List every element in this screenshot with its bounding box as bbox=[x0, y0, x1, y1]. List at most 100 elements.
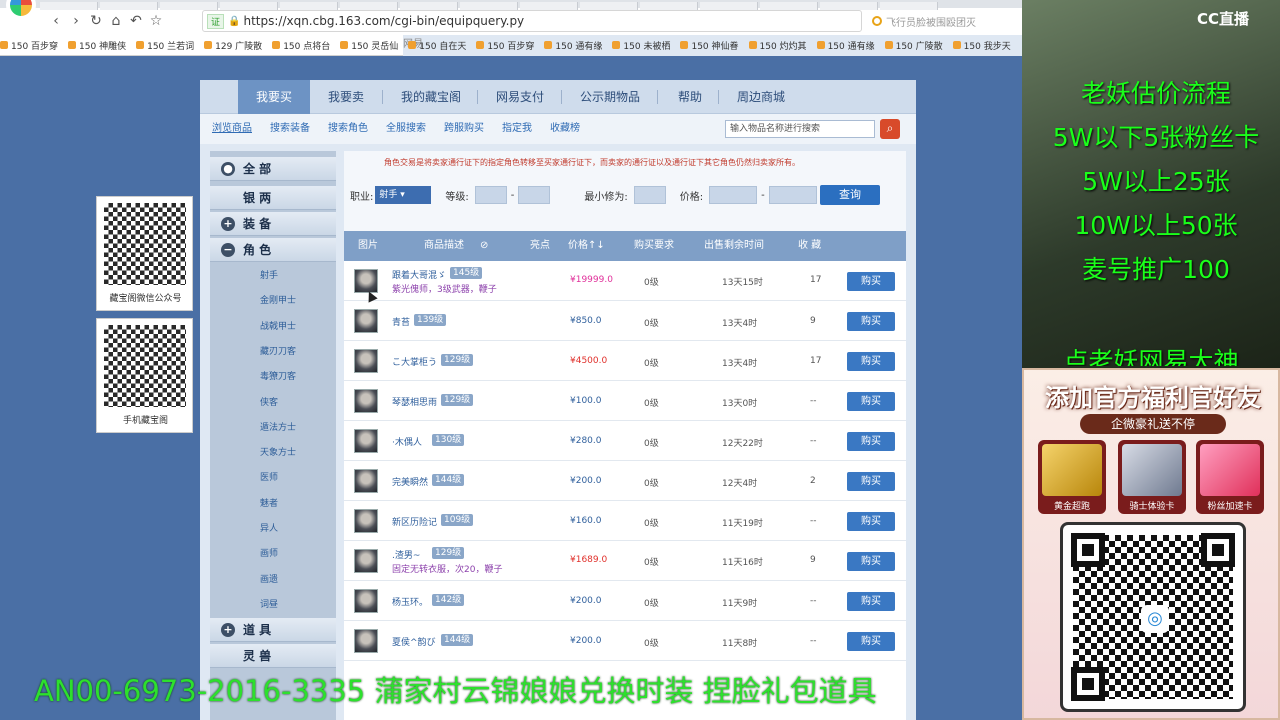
sidebar-role[interactable]: − 角 色 bbox=[210, 238, 336, 262]
avatar[interactable] bbox=[354, 429, 378, 453]
role-name[interactable]: 跟着大哥混ゞ bbox=[392, 268, 446, 281]
avatar[interactable] bbox=[354, 349, 378, 373]
subnav-server-search[interactable]: 全服搜索 bbox=[386, 114, 426, 144]
buy-button[interactable]: 购买 bbox=[847, 552, 895, 571]
bookmark-item[interactable]: 150 通有缘 bbox=[816, 39, 875, 52]
bookmark-item[interactable]: 150 我步天 bbox=[952, 39, 1011, 52]
sidebar-subitem[interactable]: 金刚甲士 bbox=[210, 289, 336, 313]
sidebar-subitem[interactable]: 魅者 bbox=[210, 492, 336, 516]
buy-requirement: 0级 bbox=[644, 439, 659, 449]
forward-icon[interactable]: › bbox=[66, 13, 86, 29]
buy-button[interactable]: 购买 bbox=[847, 632, 895, 651]
avatar[interactable] bbox=[354, 589, 378, 613]
sidebar-subitem[interactable]: 画遗 bbox=[210, 568, 336, 592]
sidebar-subitem[interactable]: 射手 bbox=[210, 264, 336, 288]
avatar[interactable] bbox=[354, 389, 378, 413]
avatar[interactable] bbox=[354, 469, 378, 493]
role-name[interactable]: 琴瑟相思雨 bbox=[392, 395, 437, 408]
role-name[interactable]: 完美瞬然 bbox=[392, 475, 428, 488]
sidebar-equip[interactable]: + 装 备 bbox=[210, 212, 336, 236]
subnav-cross-server[interactable]: 跨服购买 bbox=[444, 114, 484, 144]
bookmark-item[interactable]: 150 未被栖 bbox=[612, 39, 670, 52]
subnav-search-role[interactable]: 搜索角色 bbox=[328, 114, 368, 144]
price-max-input[interactable] bbox=[768, 186, 817, 204]
search-button-icon[interactable]: ⌕ bbox=[880, 119, 900, 139]
sidebar-subitem[interactable]: 侠客 bbox=[210, 391, 336, 415]
buy-button[interactable]: 购买 bbox=[847, 432, 895, 451]
avatar[interactable] bbox=[354, 309, 378, 333]
tab-sell[interactable]: 我要卖 bbox=[314, 80, 378, 114]
sidebar-subitem[interactable]: 毒獠刀客 bbox=[210, 365, 336, 389]
min-cultivation-input[interactable] bbox=[633, 186, 666, 204]
subnav-favorites[interactable]: 收藏榜 bbox=[550, 114, 580, 144]
tab-help[interactable]: 帮助 bbox=[666, 80, 714, 114]
buy-button[interactable]: 购买 bbox=[847, 312, 895, 331]
role-name[interactable]: こ大掌柜う bbox=[392, 355, 437, 368]
role-name[interactable]: ·木偶人 bbox=[392, 435, 422, 448]
bookmark-item[interactable]: 150 点将台 bbox=[272, 39, 330, 52]
sidebar-subitem[interactable]: 战戟甲士 bbox=[210, 315, 336, 339]
sidebar-subitem[interactable]: 词昼 bbox=[210, 593, 336, 617]
buy-button[interactable]: 购买 bbox=[847, 512, 895, 531]
bookmark-item[interactable]: 150 神仙眷 bbox=[680, 39, 739, 52]
tab-buy[interactable]: 我要买 bbox=[238, 80, 310, 114]
bookmark-item[interactable]: 150 广陵散 bbox=[884, 39, 943, 52]
query-button[interactable]: 查询 bbox=[820, 185, 880, 205]
buy-button[interactable]: 购买 bbox=[847, 352, 895, 371]
avatar[interactable] bbox=[354, 629, 378, 653]
refresh-icon[interactable]: ↻ bbox=[86, 13, 106, 29]
role-name[interactable]: .渣男~ bbox=[392, 548, 420, 561]
bookmark-item[interactable]: 150 百步穿 bbox=[0, 39, 58, 52]
subnav-assigned[interactable]: 指定我 bbox=[502, 114, 532, 144]
avatar[interactable] bbox=[354, 269, 378, 293]
price-min-input[interactable] bbox=[709, 186, 758, 204]
url-input[interactable]: 网易 证 🔒 https://xqn.cbg.163.com/cgi-bin/e… bbox=[202, 10, 1119, 675]
avatar[interactable] bbox=[354, 549, 378, 573]
bookmark-item[interactable]: 150 灵岳仙 bbox=[340, 39, 398, 52]
tab-mall[interactable]: 周边商城 bbox=[726, 80, 796, 114]
sidebar-pets[interactable]: 灵 兽 bbox=[210, 644, 336, 668]
job-select[interactable]: 射手 ▾ bbox=[375, 186, 432, 204]
sidebar-subitem[interactable]: 天象方士 bbox=[210, 441, 336, 465]
bookmark-item[interactable]: 150 通有缘 bbox=[544, 39, 602, 52]
bookmark-item[interactable]: 150 灼灼其 bbox=[748, 39, 807, 52]
role-name[interactable]: 夏侯^韵び bbox=[392, 635, 436, 648]
level-max-input[interactable] bbox=[518, 186, 551, 204]
buy-button[interactable]: 购买 bbox=[847, 592, 895, 611]
buy-button[interactable]: 购买 bbox=[847, 392, 895, 411]
sidebar-silver[interactable]: 银 两 bbox=[210, 186, 336, 210]
item-search-input[interactable]: 输入物品名称进行搜索 bbox=[725, 120, 875, 138]
level-min-input[interactable] bbox=[474, 186, 507, 204]
sidebar-subitem[interactable]: 藏刃刀客 bbox=[210, 340, 336, 364]
role-name[interactable]: 杨玉环。 bbox=[392, 595, 428, 608]
tab-my-cbg[interactable]: 我的藏宝阁 bbox=[390, 80, 472, 114]
bookmark-item[interactable]: 150 百步穿 bbox=[476, 39, 534, 52]
avatar[interactable] bbox=[354, 509, 378, 533]
back-icon[interactable]: ‹ bbox=[46, 13, 66, 29]
undo-icon[interactable]: ↶ bbox=[126, 13, 146, 29]
role-name[interactable]: 青苔 bbox=[392, 315, 410, 328]
bookmark-item[interactable]: 150 神雕侠 bbox=[68, 39, 126, 52]
sidebar-subitem[interactable]: 异人 bbox=[210, 517, 336, 541]
bookmark-item[interactable]: 150 自在天 bbox=[408, 39, 466, 52]
role-name[interactable]: 新区历险记 bbox=[392, 515, 437, 528]
subnav-search-equip[interactable]: 搜索装备 bbox=[270, 114, 310, 144]
star-icon[interactable]: ☆ bbox=[146, 13, 166, 29]
col-requirement: 购买要求 bbox=[634, 240, 674, 251]
sidebar-subitem[interactable]: 遁法方士 bbox=[210, 416, 336, 440]
help-icon[interactable]: ⊘ bbox=[480, 231, 488, 261]
sidebar-all[interactable]: ● 全 部 bbox=[210, 157, 336, 181]
sidebar-items[interactable]: + 道 具 bbox=[210, 618, 336, 642]
tab-netease-pay[interactable]: 网易支付 bbox=[484, 80, 556, 114]
bookmark-item[interactable]: 129 广陵散 bbox=[204, 39, 262, 52]
sidebar-subitem[interactable]: 画师 bbox=[210, 542, 336, 566]
browser-search-box[interactable]: 飞行员脸被围殴团灭 bbox=[872, 12, 1020, 30]
buy-button[interactable]: 购买 bbox=[847, 272, 895, 291]
col-price-sort[interactable]: 价格↑↓ bbox=[568, 231, 605, 261]
bookmark-item[interactable]: 150 兰若词 bbox=[136, 39, 194, 52]
subnav-browse[interactable]: 浏览商品 bbox=[212, 114, 252, 144]
buy-button[interactable]: 购买 bbox=[847, 472, 895, 491]
sidebar-subitem[interactable]: 医师 bbox=[210, 466, 336, 490]
home-icon[interactable]: ⌂ bbox=[106, 13, 126, 29]
tab-public-items[interactable]: 公示期物品 bbox=[568, 80, 652, 114]
